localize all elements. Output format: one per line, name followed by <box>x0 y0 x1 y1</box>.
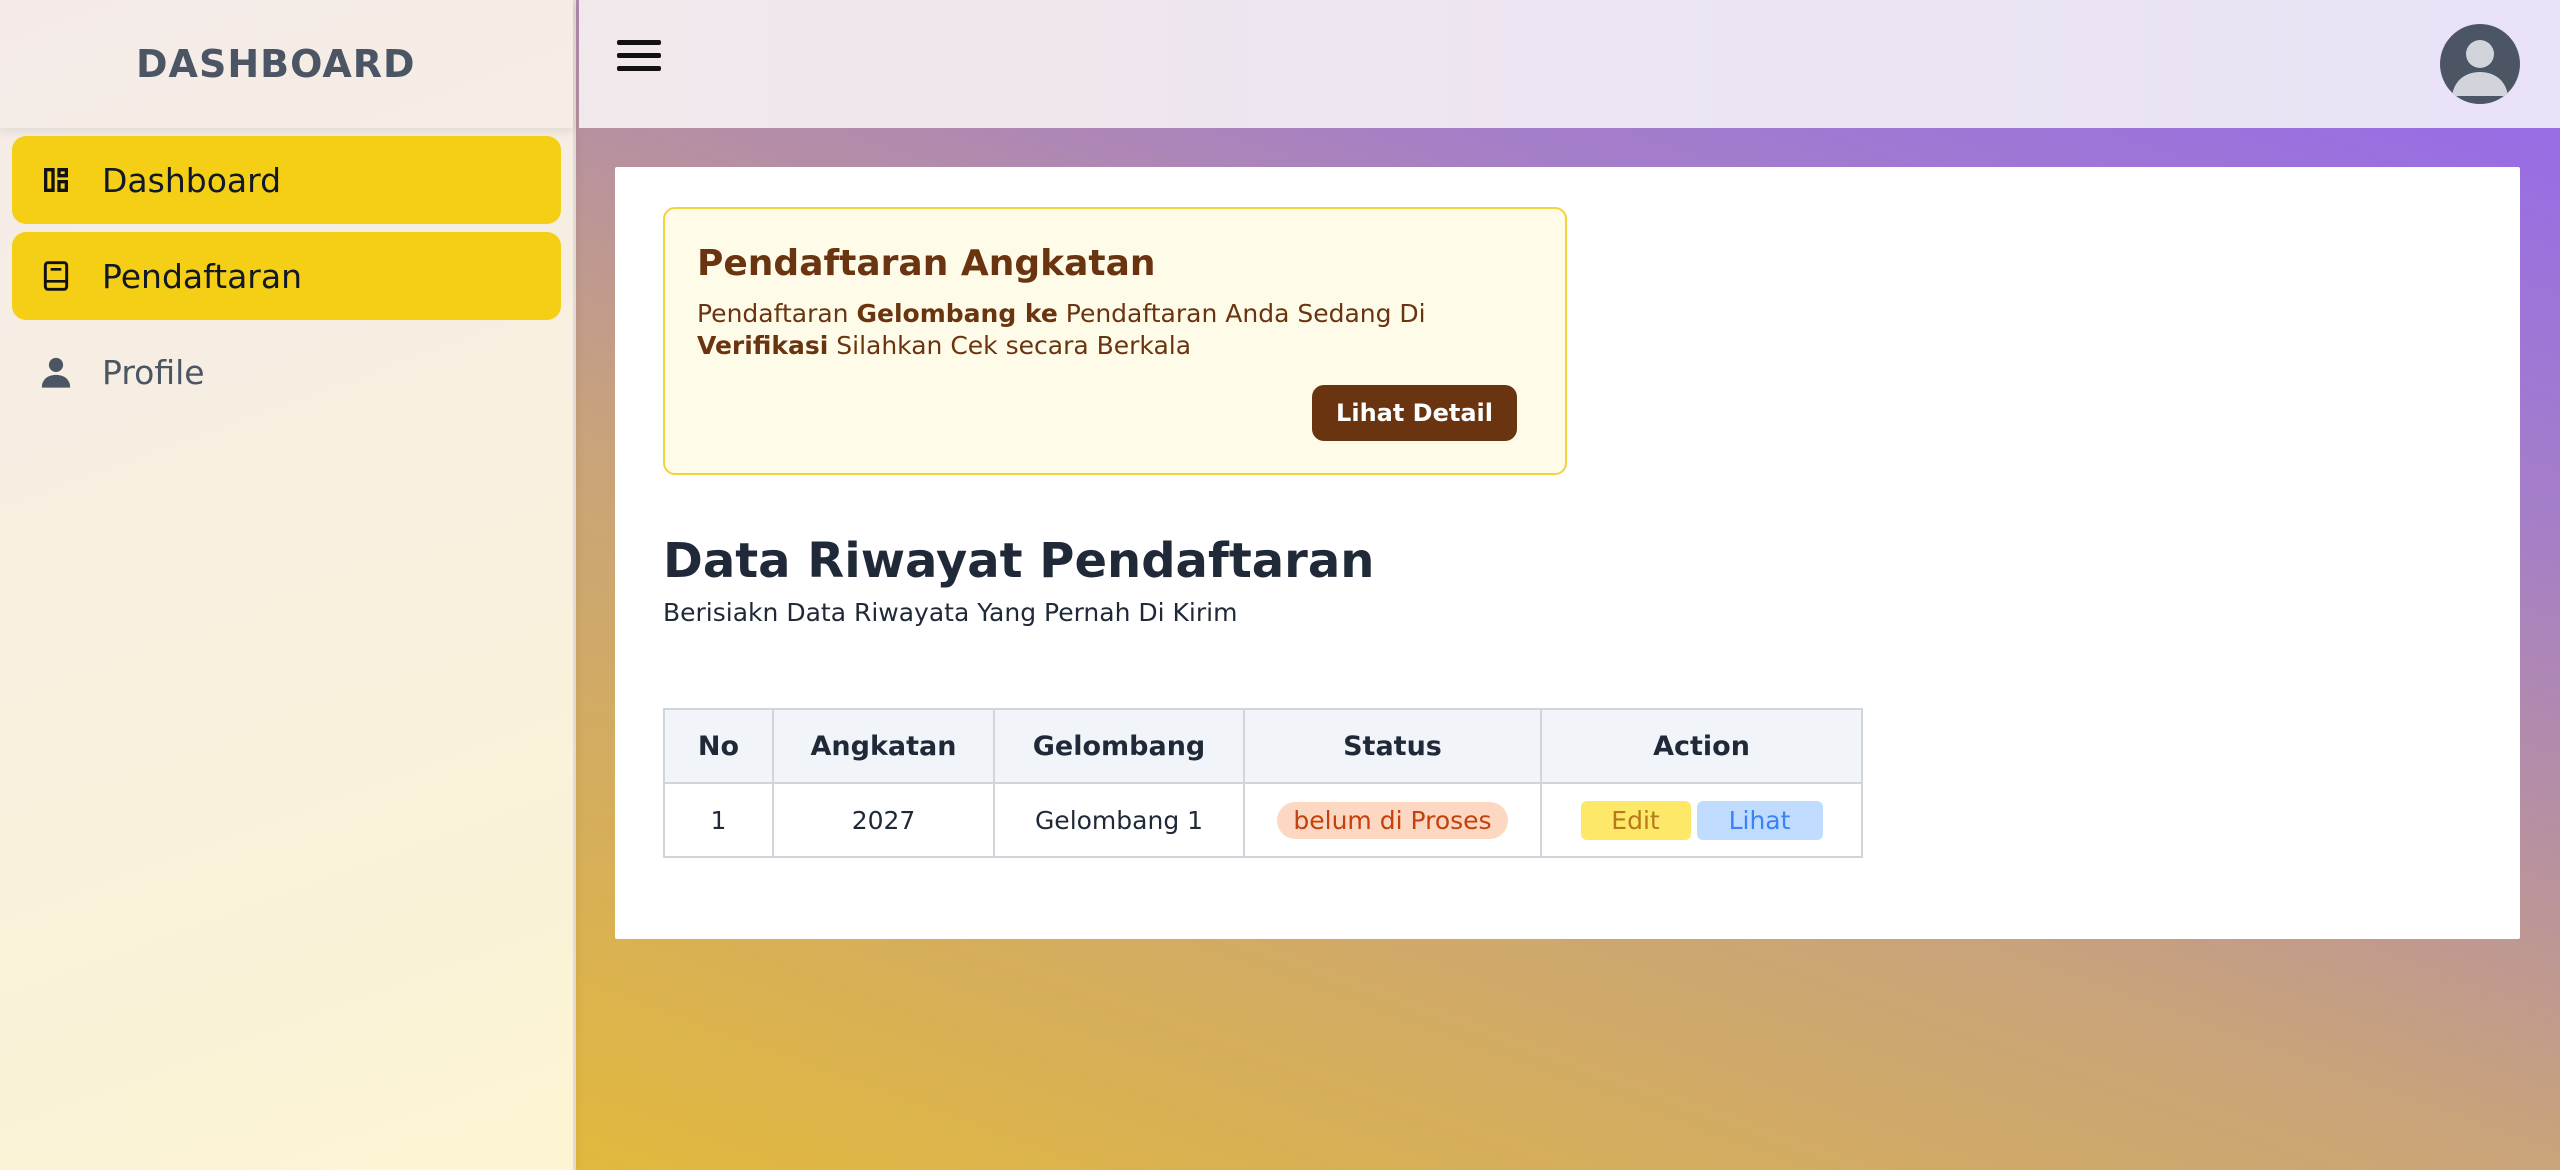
sidebar-nav: Dashboard Pendaftaran Profile <box>0 128 573 432</box>
sidebar-item-dashboard[interactable]: Dashboard <box>12 136 561 224</box>
alert-text-part: Pendaftaran Anda Sedang Di <box>1057 299 1426 328</box>
history-table: No Angkatan Gelombang Status Action 1 20… <box>663 708 1863 858</box>
registration-alert: Pendaftaran Angkatan Pendaftaran Gelomba… <box>663 207 1567 475</box>
status-badge: belum di Proses <box>1277 801 1508 839</box>
brand-title: DASHBOARD <box>136 42 416 86</box>
sidebar-item-label: Pendaftaran <box>102 256 303 296</box>
hamburger-icon[interactable] <box>617 40 661 76</box>
lihat-detail-button[interactable]: Lihat Detail <box>1312 385 1517 441</box>
cell-no: 1 <box>663 782 774 858</box>
page-title: Data Riwayat Pendaftaran <box>663 533 1375 589</box>
dashboard-icon <box>38 162 74 198</box>
column-header: Status <box>1243 708 1542 784</box>
alert-title: Pendaftaran Angkatan <box>697 243 1156 284</box>
sidebar-item-pendaftaran[interactable]: Pendaftaran <box>12 232 561 320</box>
cell-gelombang: Gelombang 1 <box>993 782 1245 858</box>
lihat-button[interactable]: Lihat <box>1696 800 1823 840</box>
avatar[interactable] <box>2440 24 2520 104</box>
content-card: Pendaftaran Angkatan Pendaftaran Gelomba… <box>615 167 2520 939</box>
top-header <box>579 0 2560 128</box>
column-header: Action <box>1540 708 1863 784</box>
alert-text-part: Pendaftaran <box>697 299 857 328</box>
alert-text-bold: Gelombang ke <box>856 299 1058 328</box>
sidebar-item-label: Dashboard <box>102 160 282 200</box>
user-icon <box>38 354 74 390</box>
avatar-icon <box>2452 40 2508 96</box>
sidebar-item-label: Profile <box>102 352 205 392</box>
column-header: No <box>663 708 774 784</box>
alert-text-part: Silahkan Cek secara Berkala <box>828 331 1192 360</box>
page-subtitle: Berisiakn Data Riwayata Yang Pernah Di K… <box>663 598 1238 627</box>
cell-status: belum di Proses <box>1243 782 1542 858</box>
table-row: 1 2027 Gelombang 1 belum di Proses Edit L… <box>663 782 1863 858</box>
sidebar: DASHBOARD Dashboard Pendaftaran Profile <box>0 0 576 1170</box>
cell-angkatan: 2027 <box>772 782 995 858</box>
edit-button[interactable]: Edit <box>1580 800 1691 840</box>
book-icon <box>38 258 74 294</box>
cell-action: Edit Lihat <box>1540 782 1863 858</box>
sidebar-item-profile[interactable]: Profile <box>12 328 561 416</box>
column-header: Gelombang <box>993 708 1245 784</box>
table-header-row: No Angkatan Gelombang Status Action <box>663 708 1863 784</box>
sidebar-header: DASHBOARD <box>0 0 573 128</box>
column-header: Angkatan <box>772 708 995 784</box>
alert-text: Pendaftaran Gelombang ke Pendaftaran And… <box>697 298 1477 362</box>
alert-text-bold: Verifikasi <box>697 331 829 360</box>
